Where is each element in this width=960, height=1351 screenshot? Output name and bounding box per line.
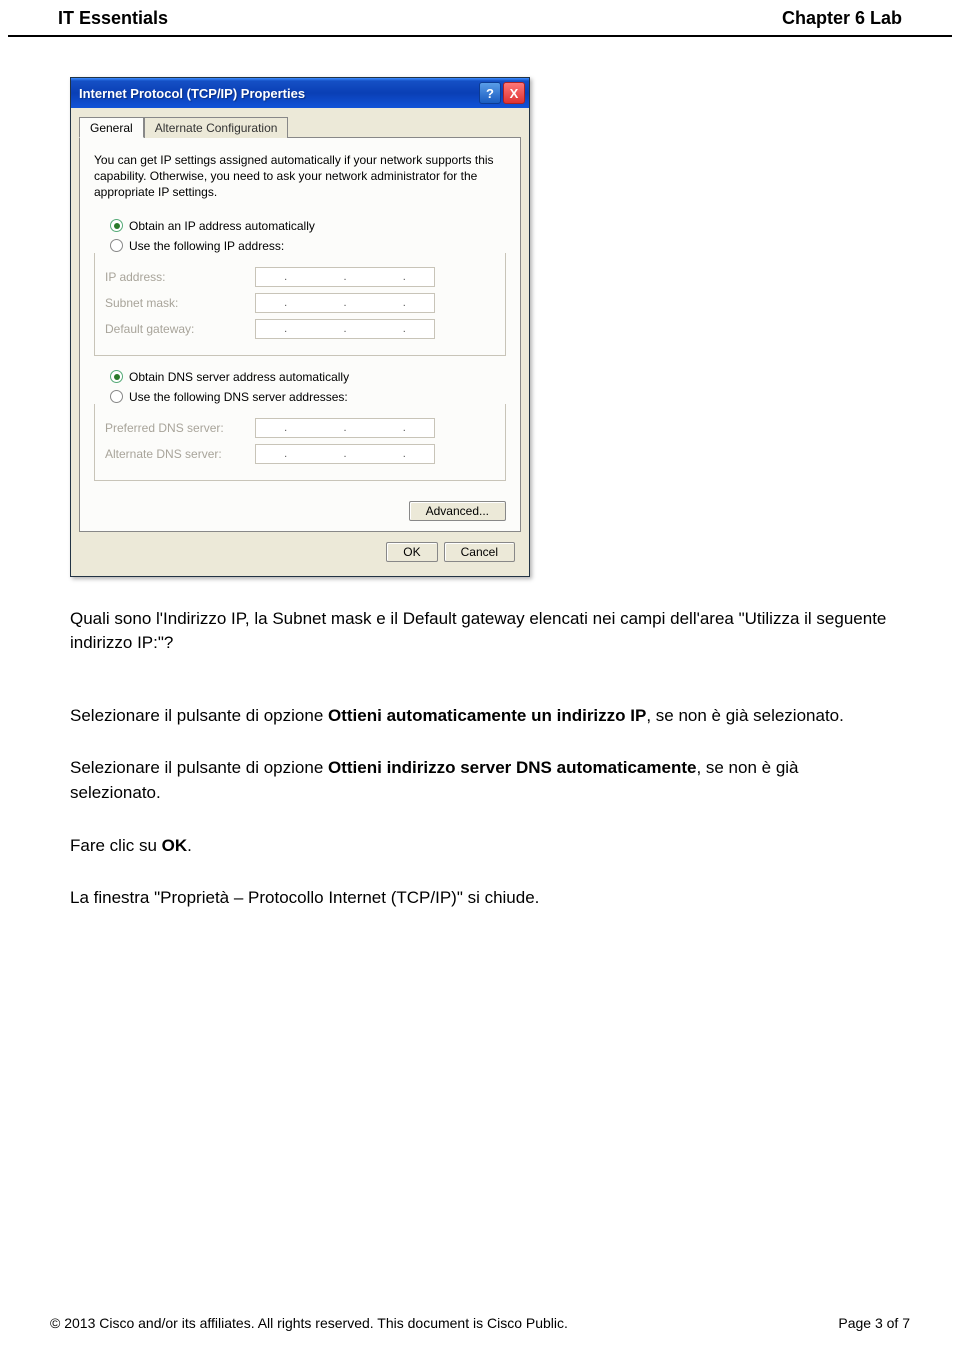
instruction-text: Quali sono l'Indirizzo IP, la Subnet mas… — [70, 607, 890, 911]
ip-manual-group: IP address: ... Subnet mask: ... Default… — [94, 253, 506, 356]
footer-page-number: Page 3 of 7 — [838, 1315, 910, 1331]
advanced-button[interactable]: Advanced... — [409, 501, 506, 521]
label-alternate-dns: Alternate DNS server: — [105, 447, 255, 461]
radio-label: Obtain an IP address automatically — [129, 219, 315, 233]
label-preferred-dns: Preferred DNS server: — [105, 421, 255, 435]
header-left: IT Essentials — [58, 8, 168, 29]
ok-button[interactable]: OK — [386, 542, 437, 562]
radio-icon — [110, 390, 123, 403]
dns-manual-group: Preferred DNS server: ... Alternate DNS … — [94, 404, 506, 481]
radio-use-following-dns[interactable]: Use the following DNS server addresses: — [94, 390, 506, 404]
radio-label: Use the following DNS server addresses: — [129, 390, 348, 404]
radio-use-following-ip[interactable]: Use the following IP address: — [94, 239, 506, 253]
input-alternate-dns: ... — [255, 444, 435, 464]
radio-label: Use the following IP address: — [129, 239, 284, 253]
input-default-gateway: ... — [255, 319, 435, 339]
page-header: IT Essentials Chapter 6 Lab — [8, 0, 952, 37]
instruction-select-obtain-ip: Selezionare il pulsante di opzione Ottie… — [70, 704, 890, 729]
close-icon: X — [510, 86, 519, 101]
dialog-buttons: OK Cancel — [79, 532, 521, 568]
question-ip-subnet-gateway: Quali sono l'Indirizzo IP, la Subnet mas… — [70, 607, 890, 656]
instruction-click-ok: Fare clic su OK. — [70, 834, 890, 859]
input-subnet-mask: ... — [255, 293, 435, 313]
input-preferred-dns: ... — [255, 418, 435, 438]
page-content: Internet Protocol (TCP/IP) Properties ? … — [0, 37, 960, 911]
instruction-window-closes: La finestra "Proprietà – Protocollo Inte… — [70, 886, 890, 911]
close-button[interactable]: X — [503, 82, 525, 104]
tab-general[interactable]: General — [79, 117, 144, 138]
cancel-button[interactable]: Cancel — [444, 542, 515, 562]
tab-alternate-configuration[interactable]: Alternate Configuration — [144, 117, 289, 138]
help-button[interactable]: ? — [479, 82, 501, 104]
dialog-titlebar[interactable]: Internet Protocol (TCP/IP) Properties ? … — [71, 78, 529, 108]
tcpip-properties-dialog: Internet Protocol (TCP/IP) Properties ? … — [70, 77, 530, 577]
radio-obtain-dns-auto[interactable]: Obtain DNS server address automatically — [94, 370, 506, 384]
dialog-description: You can get IP settings assigned automat… — [94, 152, 506, 201]
dialog-title: Internet Protocol (TCP/IP) Properties — [79, 86, 477, 101]
radio-label: Obtain DNS server address automatically — [129, 370, 349, 384]
radio-icon — [110, 219, 123, 232]
label-subnet-mask: Subnet mask: — [105, 296, 255, 310]
radio-icon — [110, 370, 123, 383]
label-default-gateway: Default gateway: — [105, 322, 255, 336]
footer-copyright: © 2013 Cisco and/or its affiliates. All … — [50, 1315, 568, 1331]
tab-panel-general: You can get IP settings assigned automat… — [79, 137, 521, 532]
instruction-select-obtain-dns: Selezionare il pulsante di opzione Ottie… — [70, 756, 890, 805]
radio-icon — [110, 239, 123, 252]
header-right: Chapter 6 Lab — [782, 8, 902, 29]
label-ip-address: IP address: — [105, 270, 255, 284]
question-icon: ? — [486, 86, 494, 101]
tabstrip: General Alternate Configuration — [79, 117, 521, 138]
radio-obtain-ip-auto[interactable]: Obtain an IP address automatically — [94, 219, 506, 233]
input-ip-address: ... — [255, 267, 435, 287]
page-footer: © 2013 Cisco and/or its affiliates. All … — [50, 1315, 910, 1331]
